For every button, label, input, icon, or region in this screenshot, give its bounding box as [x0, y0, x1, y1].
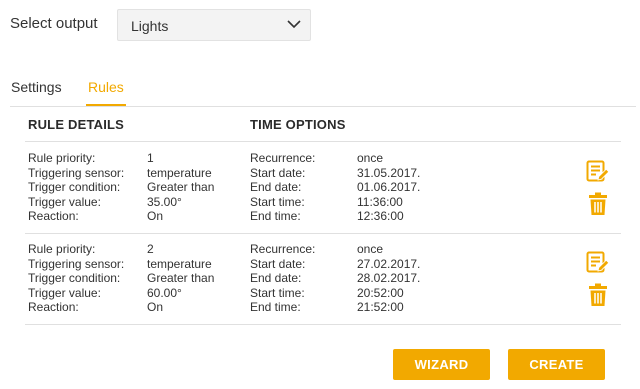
- create-button[interactable]: CREATE: [508, 349, 605, 380]
- rule-priority-value: 2: [147, 242, 154, 256]
- rule-details-header: RULE DETAILS: [28, 117, 125, 132]
- end-date-label: End date:: [250, 180, 302, 194]
- recurrence-label: Recurrence:: [250, 242, 316, 256]
- start-date-value: 27.02.2017.: [357, 257, 421, 271]
- end-date-value: 01.06.2017.: [357, 180, 421, 194]
- chevron-down-icon: [287, 20, 301, 29]
- recurrence-value: once: [357, 151, 384, 165]
- tab-settings[interactable]: Settings: [11, 79, 62, 95]
- reaction-value: On: [147, 209, 164, 223]
- trigger-value-label: Trigger value:: [28, 286, 101, 300]
- recurrence-label: Recurrence:: [250, 151, 316, 165]
- time-options-header: TIME OPTIONS: [250, 117, 346, 132]
- rule-row: Rule priority: 1 Triggering sensor: temp…: [25, 142, 621, 234]
- end-time-label: End time:: [250, 300, 301, 314]
- edit-rule-icon[interactable]: [586, 160, 610, 182]
- rule-priority-label: Rule priority:: [28, 151, 96, 165]
- end-time-value: 21:52:00: [357, 300, 404, 314]
- edit-rule-icon[interactable]: [586, 251, 610, 273]
- end-date-value: 28.02.2017.: [357, 271, 421, 285]
- triggering-sensor-value: temperature: [147, 166, 212, 180]
- start-time-label: Start time:: [250, 195, 305, 209]
- triggering-sensor-label: Triggering sensor:: [28, 257, 125, 271]
- trash-icon[interactable]: [588, 192, 608, 216]
- recurrence-value: once: [357, 242, 384, 256]
- start-date-value: 31.05.2017.: [357, 166, 421, 180]
- trigger-condition-label: Trigger condition:: [28, 271, 121, 285]
- start-time-value: 11:36:00: [357, 195, 403, 209]
- trigger-condition-label: Trigger condition:: [28, 180, 121, 194]
- reaction-value: On: [147, 300, 164, 314]
- trigger-condition-value: Greater than: [147, 271, 215, 285]
- end-time-label: End time:: [250, 209, 301, 223]
- rule-row: Rule priority: 2 Triggering sensor: temp…: [25, 233, 621, 325]
- trigger-value-value: 60.00°: [147, 286, 182, 300]
- output-select-value: Lights: [131, 18, 169, 34]
- start-date-label: Start date:: [250, 166, 306, 180]
- trigger-value-value: 35.00°: [147, 195, 182, 209]
- start-time-label: Start time:: [250, 286, 305, 300]
- start-time-value: 20:52:00: [357, 286, 404, 300]
- reaction-label: Reaction:: [28, 209, 79, 223]
- row-divider: [25, 324, 621, 325]
- output-select[interactable]: Lights: [117, 9, 311, 41]
- reaction-label: Reaction:: [28, 300, 79, 314]
- wizard-button[interactable]: WIZARD: [393, 349, 490, 380]
- trash-icon[interactable]: [588, 283, 608, 307]
- tab-rules[interactable]: Rules: [88, 79, 124, 95]
- trigger-condition-value: Greater than: [147, 180, 215, 194]
- triggering-sensor-label: Triggering sensor:: [28, 166, 125, 180]
- triggering-sensor-value: temperature: [147, 257, 212, 271]
- select-output-label: Select output: [10, 15, 98, 32]
- trigger-value-label: Trigger value:: [28, 195, 101, 209]
- rule-priority-label: Rule priority:: [28, 242, 96, 256]
- rule-priority-value: 1: [147, 151, 154, 165]
- tabs-divider: [10, 106, 636, 107]
- end-time-value: 12:36:00: [357, 209, 404, 223]
- end-date-label: End date:: [250, 271, 302, 285]
- start-date-label: Start date:: [250, 257, 306, 271]
